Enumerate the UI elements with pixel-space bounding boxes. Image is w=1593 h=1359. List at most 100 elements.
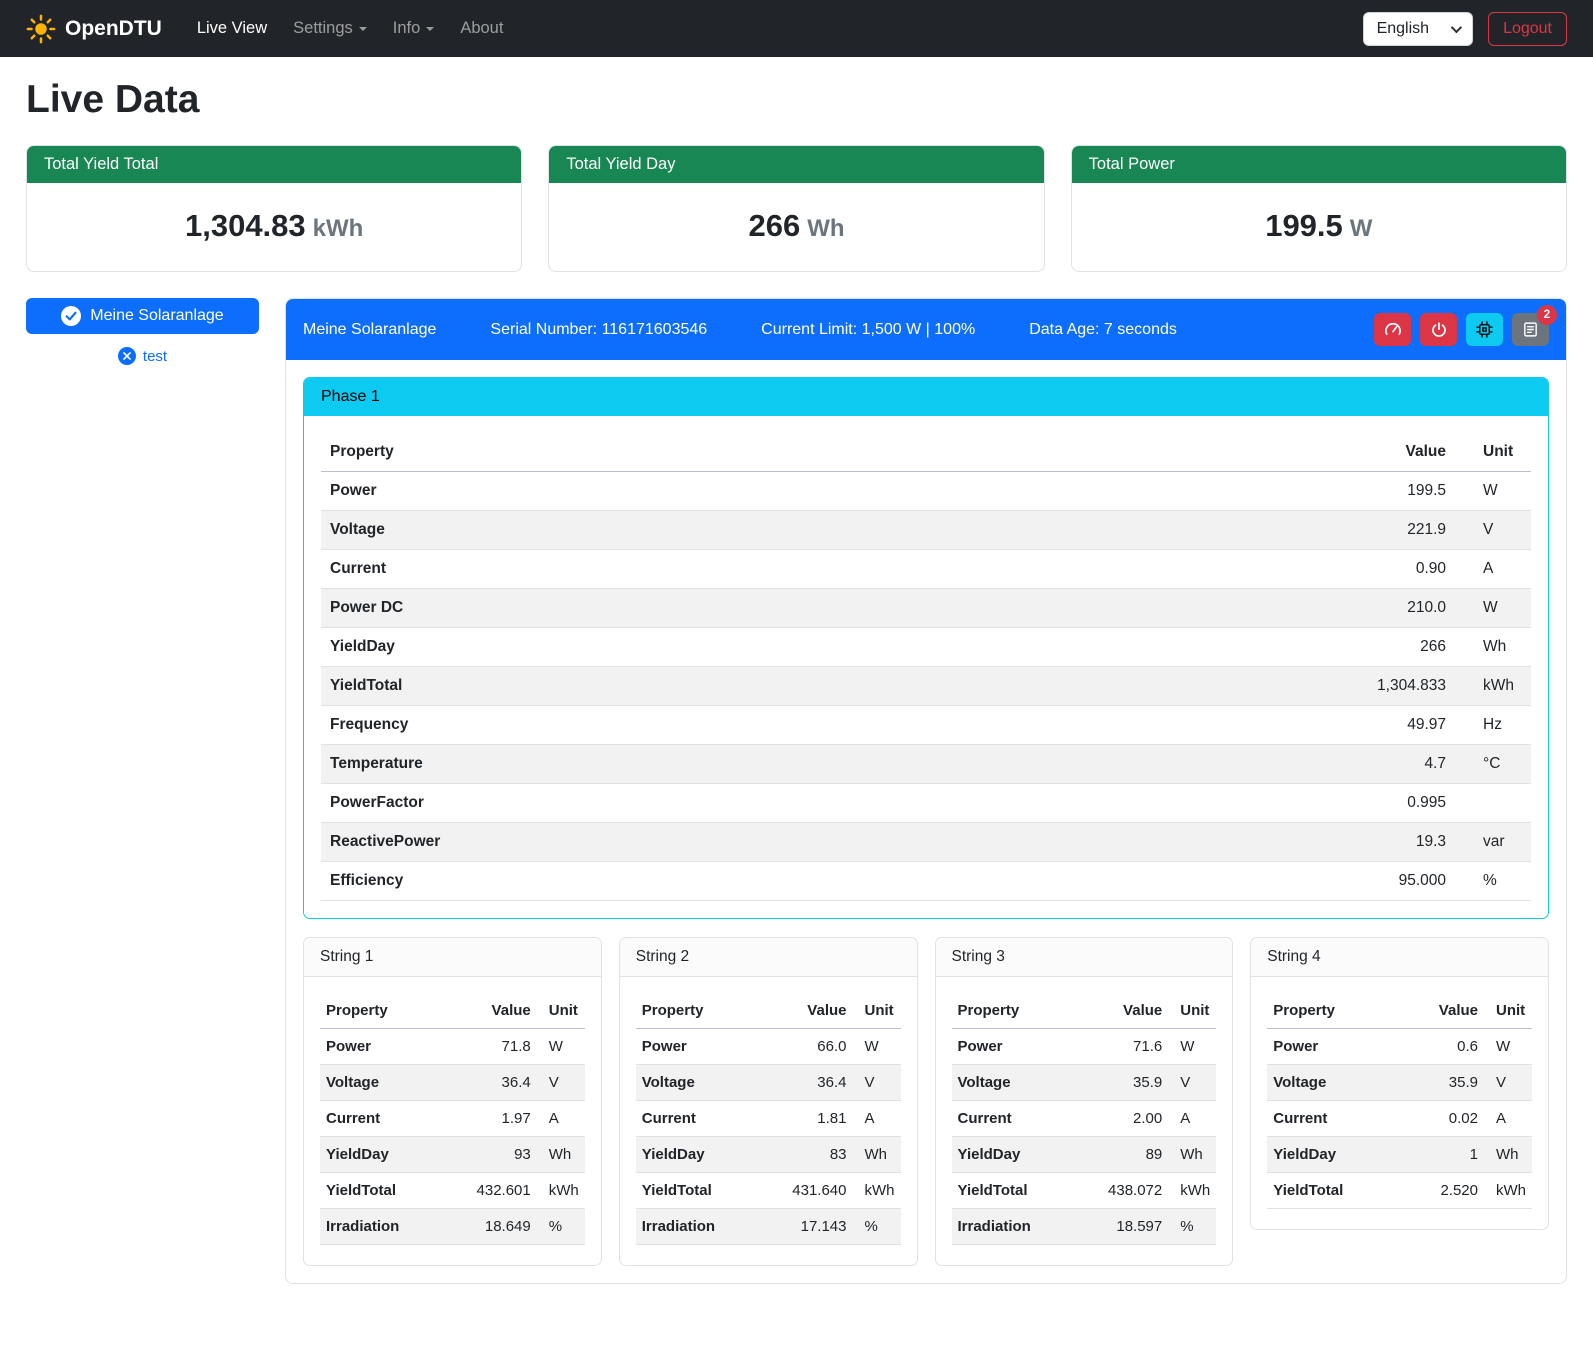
logout-button[interactable]: Logout [1488, 12, 1567, 46]
property-cell: YieldDay [320, 1137, 442, 1173]
property-cell: Voltage [952, 1065, 1074, 1101]
value-cell: 36.4 [442, 1065, 537, 1101]
table-row: Irradiation 18.597 % [952, 1209, 1217, 1245]
unit-cell: A [1484, 1101, 1532, 1137]
value-cell: 199.5 [997, 472, 1455, 511]
value-cell: 0.6 [1401, 1029, 1484, 1065]
unit-cell [1455, 784, 1531, 823]
language-select[interactable]: English [1363, 12, 1473, 46]
table-header-row: Property Value Unit [321, 433, 1531, 472]
test-inverter-link[interactable]: test [26, 347, 259, 365]
inverter-serial: Serial Number: 116171603546 [490, 321, 707, 339]
value-cell: 93 [442, 1137, 537, 1173]
value-cell: 35.9 [1074, 1065, 1169, 1101]
string-4-table: Property Value Unit Power [1267, 993, 1532, 1209]
nav-item-live-view[interactable]: Live View [184, 11, 280, 46]
property-cell: Efficiency [321, 862, 997, 901]
table-row: Voltage 36.4 V [320, 1065, 585, 1101]
phase-1-table: Property Value Unit Power 199.5 [321, 433, 1531, 901]
unit-cell: % [1168, 1209, 1216, 1245]
total-yield-total-card: Total Yield Total 1,304.83kWh [26, 145, 522, 272]
property-cell: YieldDay [636, 1137, 758, 1173]
string-3-title: String 3 [936, 938, 1233, 977]
journal-list-icon [1522, 321, 1539, 338]
event-log-button[interactable]: 2 [1512, 313, 1549, 346]
chevron-down-icon [426, 27, 434, 31]
table-row: Voltage 36.4 V [636, 1065, 901, 1101]
table-row: Current 0.90 A [321, 550, 1531, 589]
property-cell: Voltage [1267, 1065, 1400, 1101]
unit-cell: % [537, 1209, 585, 1245]
property-cell: Voltage [636, 1065, 758, 1101]
limit-settings-button[interactable] [1374, 313, 1411, 346]
table-row: Irradiation 17.143 % [636, 1209, 901, 1245]
table-row: Voltage 35.9 V [1267, 1065, 1532, 1101]
table-row: Power 66.0 W [636, 1029, 901, 1065]
inverter-limit: Current Limit: 1,500 W | 100% [761, 321, 975, 339]
value-cell: 432.601 [442, 1173, 537, 1209]
table-header-row: Property Value Unit [1267, 993, 1532, 1029]
unit-cell: kWh [1455, 667, 1531, 706]
property-cell: Power DC [321, 589, 997, 628]
value-cell: 66.0 [758, 1029, 853, 1065]
nav-item-info[interactable]: Info [380, 11, 448, 46]
property-cell: YieldTotal [321, 667, 997, 706]
property-cell: Voltage [320, 1065, 442, 1101]
brand[interactable]: OpenDTU [26, 14, 162, 44]
table-row: Power 0.6 W [1267, 1029, 1532, 1065]
property-cell: Irradiation [320, 1209, 442, 1245]
table-row: YieldDay 83 Wh [636, 1137, 901, 1173]
card-title: Total Power [1072, 146, 1566, 183]
value-cell: 17.143 [758, 1209, 853, 1245]
inverter-select-button[interactable]: Meine Solaranlage [26, 298, 259, 334]
unit-cell: V [853, 1065, 901, 1101]
total-yield-day-value: 266 [748, 208, 800, 243]
chevron-down-icon [1451, 21, 1462, 32]
unit-cell: Wh [1484, 1137, 1532, 1173]
value-cell: 36.4 [758, 1065, 853, 1101]
table-row: Power DC 210.0 W [321, 589, 1531, 628]
card-title: Total Yield Day [549, 146, 1043, 183]
inverter-name: Meine Solaranlage [303, 321, 436, 339]
string-1-card: String 1 Property Value Unit [303, 937, 602, 1266]
value-cell: 49.97 [997, 706, 1455, 745]
table-row: Temperature 4.7 °C [321, 745, 1531, 784]
property-cell: YieldTotal [320, 1173, 442, 1209]
property-cell: YieldTotal [1267, 1173, 1400, 1209]
nav-item-settings[interactable]: Settings [280, 11, 380, 46]
summary-cards-row: Total Yield Total 1,304.83kWh Total Yiel… [26, 145, 1567, 272]
unit-cell: A [1455, 550, 1531, 589]
value-cell: 71.6 [1074, 1029, 1169, 1065]
unit-cell: kWh [1168, 1173, 1216, 1209]
column-header-value: Value [1401, 993, 1484, 1029]
column-header-property: Property [952, 993, 1074, 1029]
unit-cell: V [1168, 1065, 1216, 1101]
column-header-property: Property [320, 993, 442, 1029]
column-header-property: Property [636, 993, 758, 1029]
device-info-button[interactable] [1466, 313, 1503, 346]
card-title: Total Yield Total [27, 146, 521, 183]
value-cell: 35.9 [1401, 1065, 1484, 1101]
table-row: Current 2.00 A [952, 1101, 1217, 1137]
property-cell: Power [1267, 1029, 1400, 1065]
property-cell: Current [321, 550, 997, 589]
value-cell: 18.597 [1074, 1209, 1169, 1245]
property-cell: Current [952, 1101, 1074, 1137]
language-select-value: English [1377, 20, 1429, 38]
unit-cell: Wh [1168, 1137, 1216, 1173]
table-row: YieldTotal 1,304.833 kWh [321, 667, 1531, 706]
table-header-row: Property Value Unit [636, 993, 901, 1029]
unit-cell: W [537, 1029, 585, 1065]
value-cell: 95.000 [997, 862, 1455, 901]
table-row: YieldTotal 438.072 kWh [952, 1173, 1217, 1209]
unit-cell: °C [1455, 745, 1531, 784]
unit-cell: W [1168, 1029, 1216, 1065]
unit-cell: W [1455, 472, 1531, 511]
value-cell: 71.8 [442, 1029, 537, 1065]
property-cell: ReactivePower [321, 823, 997, 862]
column-header-property: Property [321, 433, 997, 472]
power-toggle-button[interactable] [1420, 313, 1457, 346]
value-cell: 2.00 [1074, 1101, 1169, 1137]
table-row: YieldDay 266 Wh [321, 628, 1531, 667]
nav-item-about[interactable]: About [447, 11, 516, 46]
